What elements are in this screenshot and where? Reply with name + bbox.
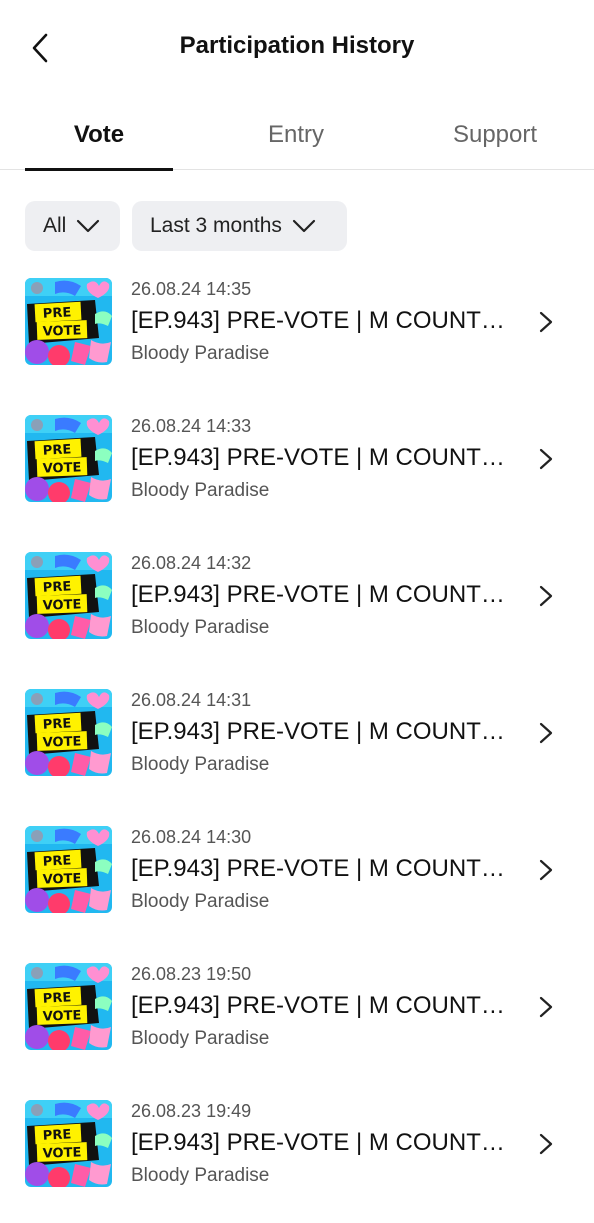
filter-bar: All Last 3 months bbox=[25, 201, 347, 251]
period-filter-label: Last 3 months bbox=[150, 214, 282, 237]
thumb-text-pre: PRE bbox=[42, 305, 71, 321]
chevron-right-icon bbox=[539, 722, 553, 744]
tab-label: Support bbox=[452, 120, 538, 148]
vote-thumbnail: PRE VOTE bbox=[25, 415, 112, 502]
item-artist: Bloody Paradise bbox=[131, 1165, 270, 1186]
chevron-down-icon bbox=[77, 219, 100, 233]
thumb-text-vote: VOTE bbox=[42, 323, 81, 339]
vote-thumbnail: PRE VOTE bbox=[25, 278, 112, 365]
item-date: 26.08.23 19:50 bbox=[131, 964, 252, 984]
item-title: [EP.943] PRE-VOTE | M COUNTDOWN bbox=[131, 307, 511, 334]
chevron-right-icon bbox=[539, 311, 553, 333]
item-meta: 26.08.24 14:30 [EP.943] PRE-VOTE | M COU… bbox=[131, 826, 521, 914]
tab-label: Vote bbox=[73, 120, 125, 148]
item-artist: Bloody Paradise bbox=[131, 1028, 270, 1049]
period-filter-dropdown[interactable]: Last 3 months bbox=[132, 201, 347, 251]
item-meta: 26.08.23 19:50 [EP.943] PRE-VOTE | M COU… bbox=[131, 963, 521, 1051]
tab-vote[interactable]: Vote bbox=[25, 100, 173, 171]
item-artist: Bloody Paradise bbox=[131, 343, 270, 364]
vote-thumbnail: PRE VOTE bbox=[25, 552, 112, 639]
item-title: [EP.943] PRE-VOTE | M COUNTDOWN bbox=[131, 1129, 511, 1156]
active-tab-indicator bbox=[25, 168, 173, 171]
thumb-text-pre: PRE bbox=[42, 716, 71, 732]
page-title: Participation History bbox=[179, 32, 415, 59]
thumb-text-pre: PRE bbox=[42, 853, 71, 869]
item-meta: 26.08.24 14:32 [EP.943] PRE-VOTE | M COU… bbox=[131, 552, 521, 640]
chevron-right-icon bbox=[539, 585, 553, 607]
tab-bar: Vote Entry Support bbox=[0, 100, 594, 171]
history-list-item[interactable]: PRE VOTE 26.08.24 14:30 [EP.943] PRE-VOT… bbox=[0, 812, 594, 949]
vote-thumbnail: PRE VOTE bbox=[25, 1100, 112, 1187]
chevron-right-icon bbox=[539, 1133, 553, 1155]
item-title: [EP.943] PRE-VOTE | M COUNTDOWN bbox=[131, 992, 511, 1019]
item-date: 26.08.24 14:32 bbox=[131, 553, 252, 573]
thumb-text-vote: VOTE bbox=[42, 1145, 81, 1161]
item-date: 26.08.23 19:49 bbox=[131, 1101, 252, 1121]
item-title: [EP.943] PRE-VOTE | M COUNTDOWN bbox=[131, 581, 511, 608]
item-title: [EP.943] PRE-VOTE | M COUNTDOWN bbox=[131, 855, 511, 882]
thumb-text-pre: PRE bbox=[42, 990, 71, 1006]
thumb-text-vote: VOTE bbox=[42, 1008, 81, 1024]
history-list-item[interactable]: PRE VOTE 26.08.24 14:32 [EP.943] PRE-VOT… bbox=[0, 538, 594, 675]
tab-label: Entry bbox=[267, 120, 324, 148]
chevron-right-icon bbox=[539, 996, 553, 1018]
chevron-down-icon bbox=[292, 219, 316, 233]
thumb-text-pre: PRE bbox=[42, 442, 71, 458]
item-meta: 26.08.23 19:49 [EP.943] PRE-VOTE | M COU… bbox=[131, 1100, 521, 1188]
item-title: [EP.943] PRE-VOTE | M COUNTDOWN bbox=[131, 718, 511, 745]
tab-support[interactable]: Support bbox=[420, 100, 570, 169]
item-meta: 26.08.24 14:35 [EP.943] PRE-VOTE | M COU… bbox=[131, 278, 521, 366]
item-artist: Bloody Paradise bbox=[131, 480, 270, 501]
vote-thumbnail: PRE VOTE bbox=[25, 689, 112, 776]
history-list-item[interactable]: PRE VOTE 26.08.23 19:49 [EP.943] PRE-VOT… bbox=[0, 1086, 594, 1223]
item-date: 26.08.24 14:33 bbox=[131, 416, 252, 436]
type-filter-label: All bbox=[43, 214, 67, 237]
item-artist: Bloody Paradise bbox=[131, 617, 270, 638]
app-header: Participation History bbox=[0, 0, 594, 96]
item-title: [EP.943] PRE-VOTE | M COUNTDOWN bbox=[131, 444, 511, 471]
item-meta: 26.08.24 14:31 [EP.943] PRE-VOTE | M COU… bbox=[131, 689, 521, 777]
item-date: 26.08.24 14:35 bbox=[131, 279, 252, 299]
item-date: 26.08.24 14:30 bbox=[131, 827, 252, 847]
type-filter-dropdown[interactable]: All bbox=[25, 201, 120, 251]
thumb-text-vote: VOTE bbox=[42, 734, 81, 750]
item-artist: Bloody Paradise bbox=[131, 754, 270, 775]
item-date: 26.08.24 14:31 bbox=[131, 690, 252, 710]
thumb-text-pre: PRE bbox=[42, 1127, 71, 1143]
tab-entry[interactable]: Entry bbox=[222, 100, 370, 169]
thumb-text-vote: VOTE bbox=[42, 460, 81, 476]
item-meta: 26.08.24 14:33 [EP.943] PRE-VOTE | M COU… bbox=[131, 415, 521, 503]
thumb-text-vote: VOTE bbox=[42, 597, 81, 613]
history-list-item[interactable]: PRE VOTE 26.08.23 19:50 [EP.943] PRE-VOT… bbox=[0, 949, 594, 1086]
history-list-item[interactable]: PRE VOTE 26.08.24 14:31 [EP.943] PRE-VOT… bbox=[0, 675, 594, 812]
chevron-right-icon bbox=[539, 859, 553, 881]
thumb-text-pre: PRE bbox=[42, 579, 71, 595]
chevron-right-icon bbox=[539, 448, 553, 470]
history-list-item[interactable]: PRE VOTE 26.08.24 14:33 [EP.943] PRE-VOT… bbox=[0, 401, 594, 538]
item-artist: Bloody Paradise bbox=[131, 891, 270, 912]
vote-thumbnail: PRE VOTE bbox=[25, 826, 112, 913]
history-list-item[interactable]: PRE VOTE 26.08.24 14:35 [EP.943] PRE-VOT… bbox=[0, 264, 594, 401]
thumb-text-vote: VOTE bbox=[42, 871, 81, 887]
vote-history-list: PRE VOTE 26.08.24 14:35 [EP.943] PRE-VOT… bbox=[0, 264, 594, 1223]
vote-thumbnail: PRE VOTE bbox=[25, 963, 112, 1050]
